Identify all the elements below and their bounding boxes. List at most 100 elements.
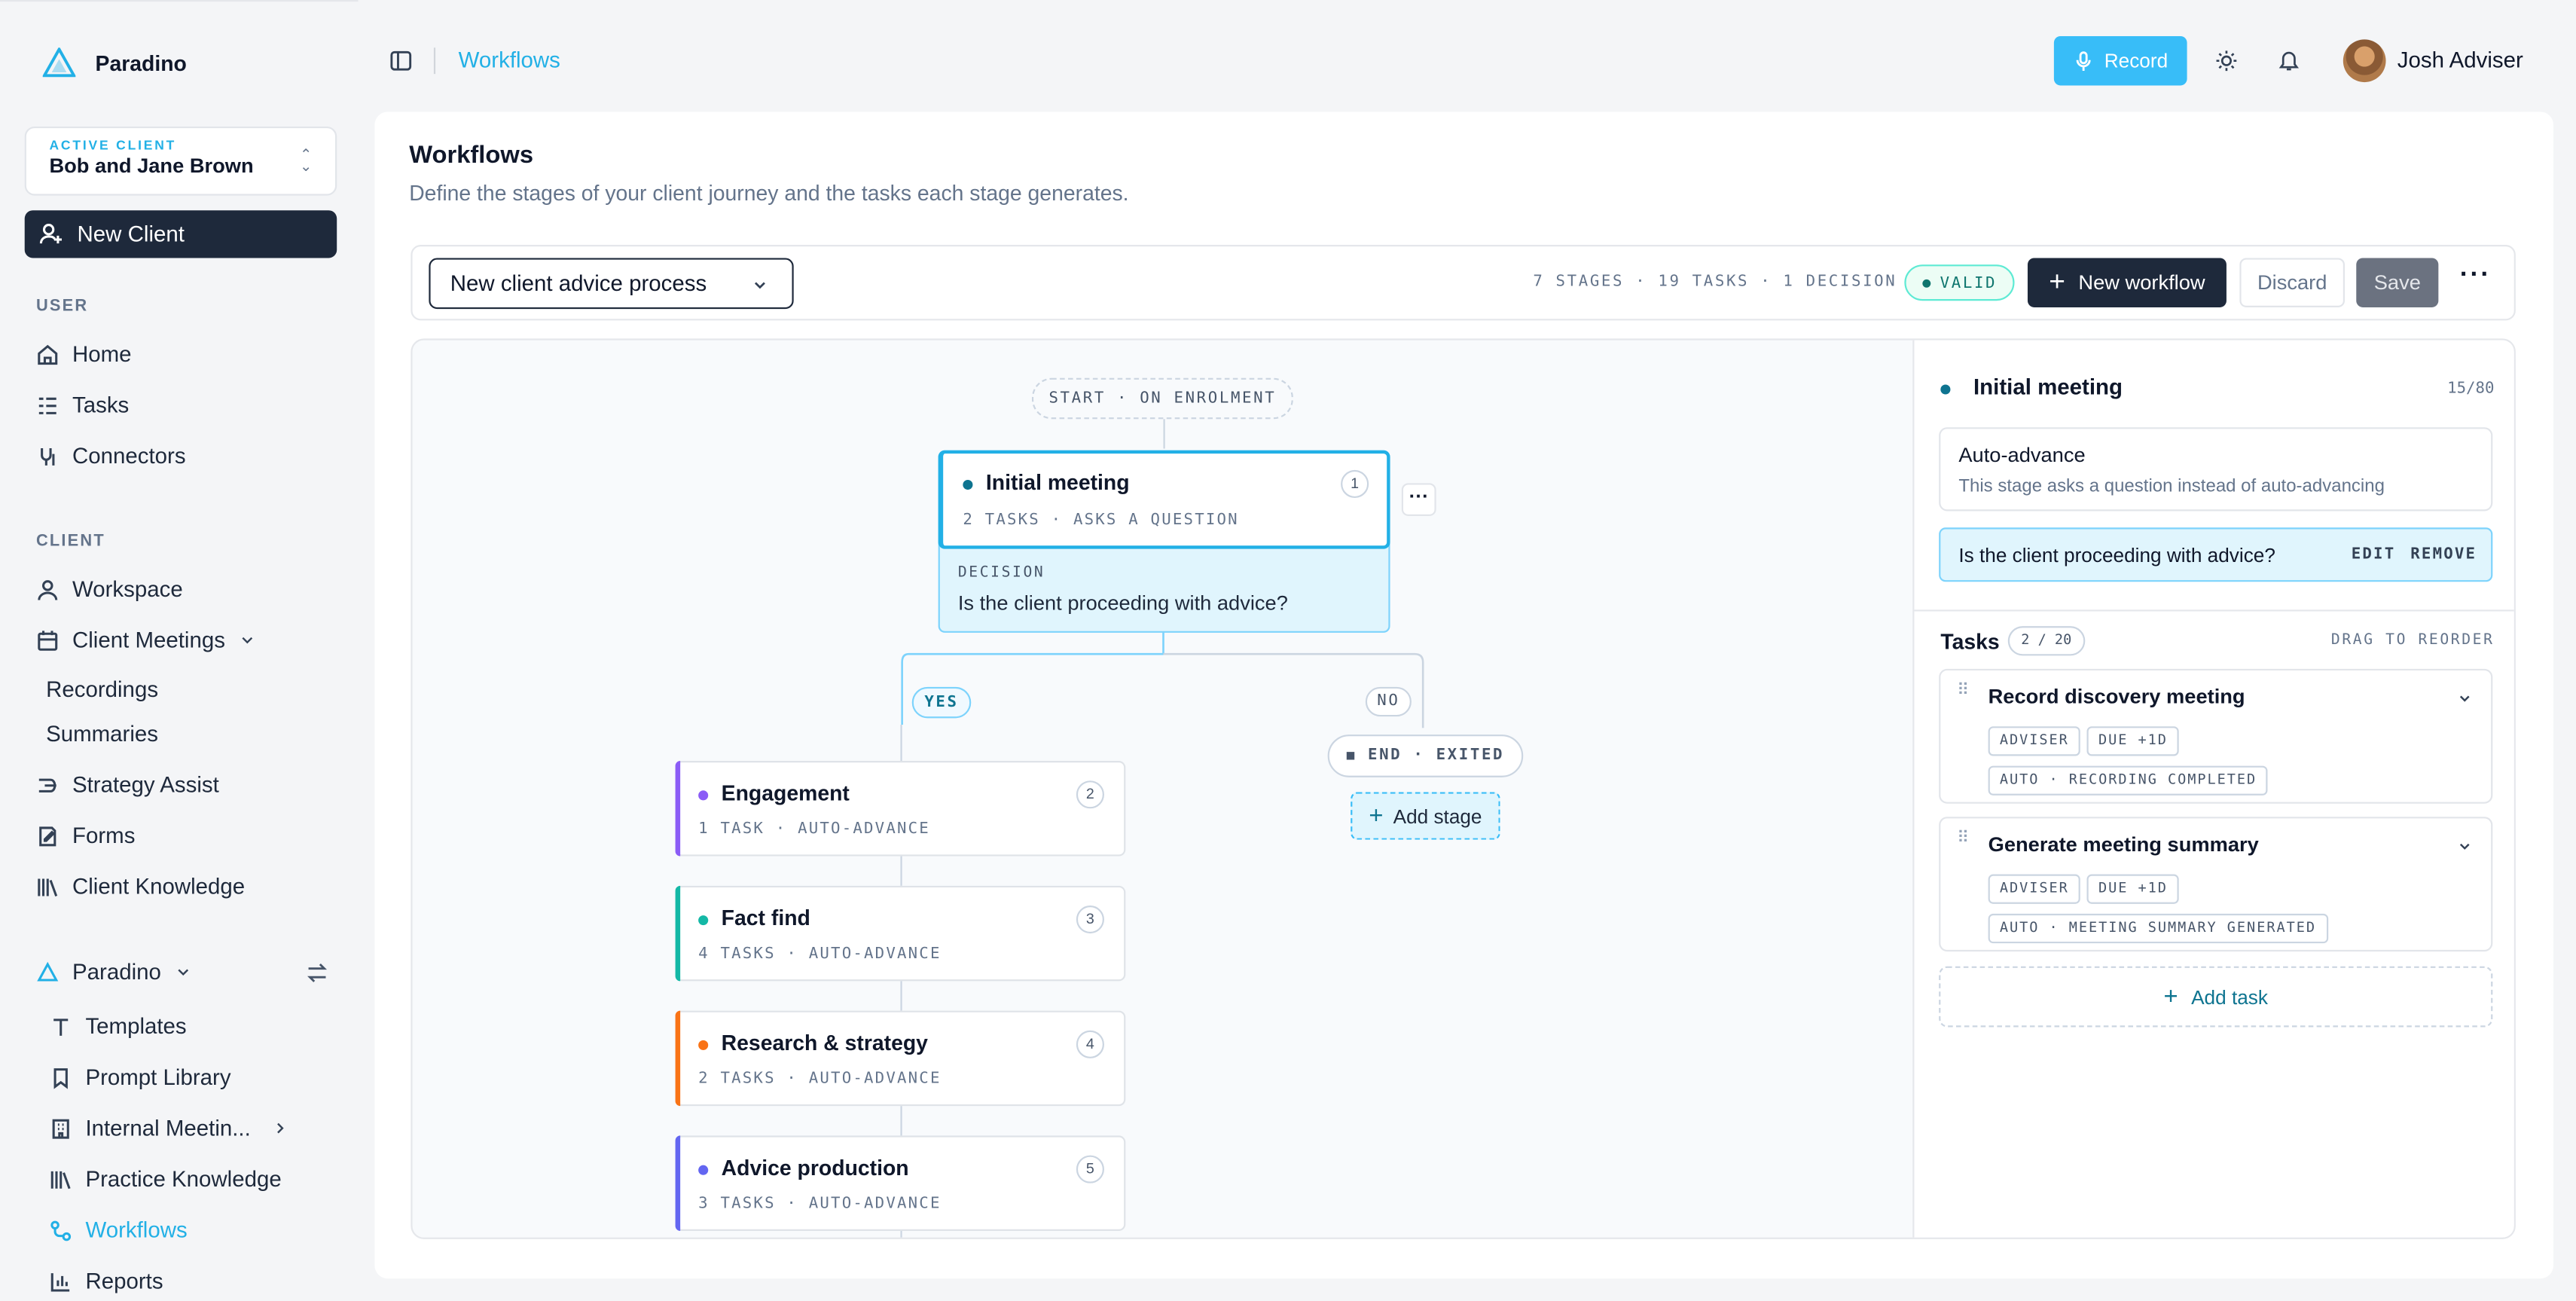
panel-stage-title[interactable]: Initial meeting — [1973, 374, 2123, 399]
stage-card[interactable]: Fact find 4 TASKS · AUTO-ADVANCE 3 — [675, 885, 1126, 982]
section-user: USER — [35, 297, 89, 316]
nav-client-meetings-label: Client Meetings — [72, 628, 225, 653]
stage-title: Engagement — [721, 780, 850, 805]
nav-forms[interactable]: Forms — [36, 823, 135, 848]
nav-home-label: Home — [72, 341, 132, 367]
stage-dot — [698, 1040, 709, 1050]
avatar[interactable] — [2343, 39, 2386, 83]
drag-handle-icon[interactable]: ⠿ — [1957, 831, 1969, 847]
drag-handle-icon[interactable]: ⠿ — [1957, 683, 1969, 699]
add-stage-label: Add stage — [1393, 804, 1482, 828]
brand-name: Paradino — [95, 50, 187, 75]
bell-icon[interactable] — [2278, 47, 2301, 72]
chevron-down-icon — [178, 969, 189, 976]
auto-advance-title: Auto-advance — [1958, 444, 2086, 467]
nav-templates[interactable]: Templates — [49, 1013, 187, 1039]
nav-templates-label: Templates — [85, 1013, 187, 1039]
nav-client-meetings[interactable]: Client Meetings — [36, 628, 256, 652]
stage-color-bar — [675, 1135, 681, 1231]
chevron-down-icon[interactable] — [2456, 838, 2473, 855]
nav-practice-knowledge[interactable]: Practice Knowledge — [49, 1167, 282, 1192]
stage-detail-panel: Initial meeting 15/80 Auto-advance This … — [1912, 340, 2514, 1238]
yes-branch-label: YES — [911, 686, 972, 719]
edit-question-button[interactable]: EDIT — [2352, 545, 2396, 563]
workflow-select[interactable]: New client advice process — [429, 258, 794, 310]
plus-icon: + — [2049, 266, 2065, 298]
new-workflow-button[interactable]: + New workflow — [2027, 258, 2227, 307]
stage-color-bar — [675, 885, 681, 982]
task-tag: ADVISER — [1988, 874, 2081, 904]
connector-line — [900, 725, 902, 762]
discard-button[interactable]: Discard — [2239, 258, 2346, 307]
stage-dot — [698, 790, 709, 801]
new-workflow-label: New workflow — [2078, 270, 2205, 295]
initial-meeting-stage[interactable]: Initial meeting 2 TASKS · ASKS A QUESTIO… — [938, 450, 1390, 633]
active-client-selector[interactable]: ACTIVE CLIENT Bob and Jane Brown ⌃ ⌄ — [24, 126, 337, 196]
stage-card[interactable]: Research & strategy 2 TASKS · AUTO-ADVANC… — [675, 1010, 1126, 1107]
new-client-button[interactable]: New Client — [24, 210, 337, 258]
nav-workspace-label: Workspace — [72, 576, 183, 602]
stage-title: Research & strategy — [721, 1030, 928, 1055]
tasks-count-badge: 2 / 20 — [2007, 626, 2085, 656]
end-node: ■ END · EXITED — [1327, 734, 1524, 777]
brand[interactable]: Paradino — [42, 47, 187, 78]
chevron-down-icon[interactable] — [2456, 690, 2473, 707]
nav-workspace[interactable]: Workspace — [36, 576, 183, 602]
nav-internal-meetings[interactable]: Internal Meetin... — [49, 1116, 288, 1141]
nav-forms-label: Forms — [72, 823, 136, 848]
nav-connectors[interactable]: Connectors — [36, 444, 186, 469]
nav-summaries[interactable]: Summaries — [46, 722, 158, 747]
connector-line — [900, 1106, 902, 1136]
nav-org-label: Paradino — [72, 959, 161, 985]
task-automation: AUTO · MEETING SUMMARY GENERATED — [1988, 911, 2334, 944]
save-button[interactable]: Save — [2356, 258, 2439, 307]
stage-dot — [963, 479, 973, 490]
stage-card[interactable]: Engagement 1 TASK · AUTO-ADVANCE 2 — [675, 761, 1126, 857]
remove-question-button[interactable]: REMOVE — [2410, 545, 2477, 563]
task-card[interactable]: ⠿ Record discovery meeting ADVISER DUE +1D A… — [1939, 668, 2493, 804]
nav-home[interactable]: Home — [36, 341, 132, 367]
nav-strategy-assist[interactable]: Strategy Assist — [36, 772, 219, 797]
stage-more-icon[interactable]: ··· — [1401, 483, 1436, 516]
nav-tasks[interactable]: Tasks — [36, 392, 129, 417]
user-name[interactable]: Josh Adviser — [2397, 47, 2523, 72]
stage-meta: 3 TASKS · AUTO-ADVANCE — [698, 1194, 942, 1213]
strategy-icon — [38, 777, 56, 792]
bookmark-icon — [53, 1067, 68, 1089]
more-options-icon[interactable]: ··· — [2460, 261, 2491, 291]
workflow-select-value: New client advice process — [450, 270, 707, 296]
sidebar-toggle-icon[interactable] — [389, 49, 413, 72]
nav-org-switcher[interactable]: Paradino — [36, 960, 192, 985]
home-icon — [38, 344, 58, 365]
workflow-canvas[interactable]: START · ON ENROLMENT Initial meeting 2 T… — [411, 338, 2516, 1239]
workflow-icon — [50, 1220, 72, 1241]
top-bar: Workflows Record Josh Adviser — [359, 0, 2576, 121]
breadcrumb-workflows[interactable]: Workflows — [459, 47, 560, 72]
sun-icon[interactable] — [2215, 49, 2239, 72]
add-task-button[interactable]: + Add task — [1939, 966, 2493, 1028]
nav-internal-meetings-label: Internal Meetin... — [85, 1116, 251, 1141]
connector-line — [900, 981, 902, 1011]
text-icon — [53, 1018, 69, 1035]
task-card[interactable]: ⠿ Generate meeting summary ADVISER DUE +1D A… — [1939, 817, 2493, 952]
record-button[interactable]: Record — [2053, 35, 2187, 86]
nav-prompt-library-label: Prompt Library — [85, 1064, 231, 1090]
task-tag: DUE +1D — [2086, 726, 2180, 756]
stage-color-bar — [675, 761, 681, 857]
switch-arrows-icon[interactable] — [306, 961, 329, 985]
divider — [1914, 609, 2514, 612]
auto-advance-toggle[interactable]: Auto-advance This stage asks a question … — [1939, 427, 2493, 512]
decision-branch-lines — [901, 631, 1424, 728]
nav-recordings[interactable]: Recordings — [46, 677, 158, 702]
nav-client-knowledge[interactable]: Client Knowledge — [36, 875, 245, 899]
add-stage-button[interactable]: + Add stage — [1351, 792, 1500, 840]
task-tags: ADVISER DUE +1D — [1988, 871, 2186, 904]
valid-label: VALID — [1940, 273, 1998, 292]
sidebar: Paradino ACTIVE CLIENT Bob and Jane Brow… — [0, 0, 359, 1301]
nav-prompt-library[interactable]: Prompt Library — [49, 1064, 231, 1090]
nav-reports[interactable]: Reports — [49, 1269, 163, 1293]
nav-workflows[interactable]: Workflows — [49, 1217, 188, 1242]
add-user-icon — [39, 224, 63, 244]
stage-card[interactable]: Advice production 3 TASKS · AUTO-ADVANCE 5 — [675, 1135, 1126, 1231]
paradino-small-logo-icon — [37, 960, 59, 981]
